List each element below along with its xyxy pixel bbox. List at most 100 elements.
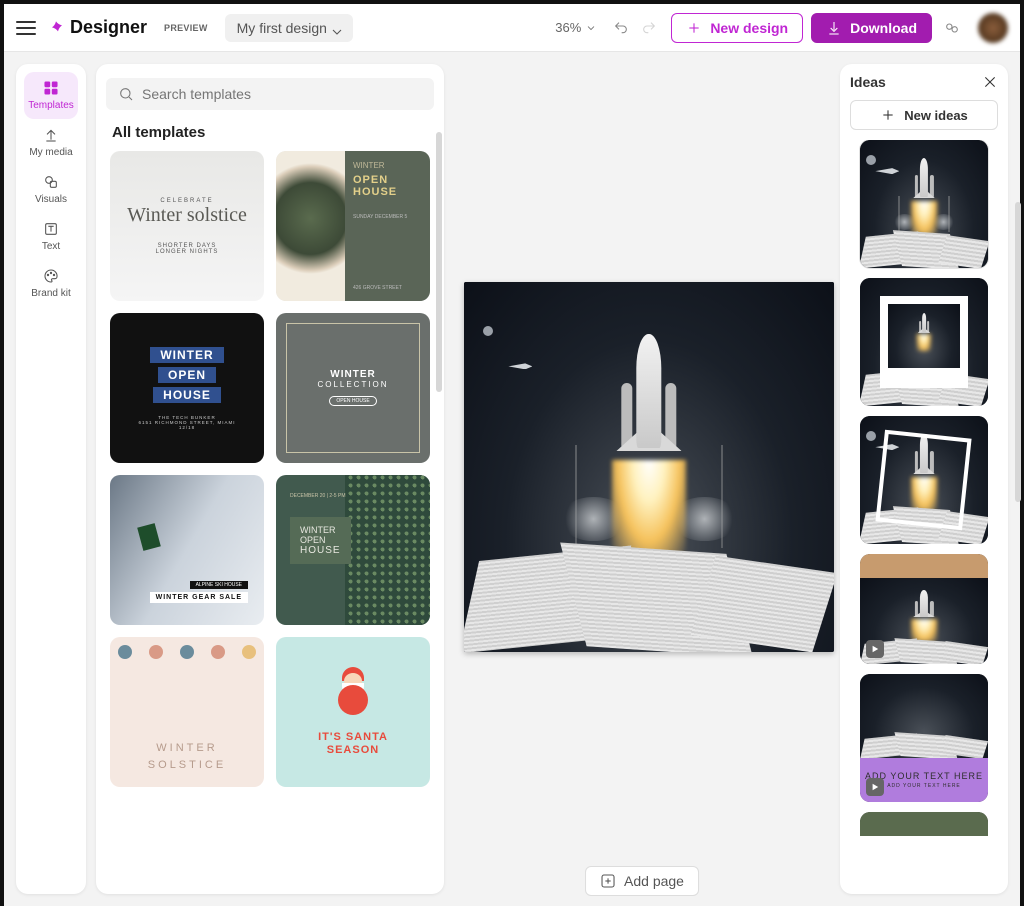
idea-caption-subtext: ADD YOUR TEXT HERE — [887, 783, 961, 789]
moon-shape — [483, 326, 493, 336]
undo-icon — [613, 20, 629, 36]
copilot-button[interactable] — [938, 14, 966, 42]
new-design-label: New design — [710, 20, 788, 36]
template-search[interactable] — [106, 78, 434, 110]
redo-button[interactable] — [635, 14, 663, 42]
template-winter-open-house-black[interactable]: WINTER OPEN HOUSE THE TECH BUNKER6151 RI… — [110, 313, 264, 463]
template-text: 12/18 — [179, 425, 195, 430]
template-winter-collection[interactable]: WINTER COLLECTION OPEN HOUSE — [276, 313, 430, 463]
template-text: WINTER — [353, 161, 422, 170]
newspapers — [464, 519, 834, 652]
search-icon — [118, 86, 134, 102]
template-text: LONGER NIGHTS — [156, 249, 219, 255]
santa-illustration — [330, 667, 376, 719]
rail-visuals[interactable]: Visuals — [24, 166, 78, 213]
design-canvas[interactable] — [464, 282, 834, 652]
template-winter-open-house-green[interactable]: WINTER OPEN HOUSE SUNDAY DECEMBER 5 426 … — [276, 151, 430, 301]
template-text: DECEMBER 20 | 2-5 PM — [290, 493, 345, 499]
template-text: COLLECTION — [317, 380, 388, 389]
ideas-scrollbar[interactable] — [1015, 202, 1021, 502]
idea-card-polaroid[interactable] — [860, 278, 988, 406]
template-winter-solstice-pink[interactable]: WINTERSOLSTICE — [110, 637, 264, 787]
space-shuttle — [608, 334, 689, 497]
idea-card-polaroid-tilt[interactable] — [860, 416, 988, 544]
plus-icon — [686, 20, 702, 36]
topbar: Designer PREVIEW My first design 36% New… — [4, 4, 1020, 52]
document-name-label: My first design — [237, 20, 327, 36]
play-badge-icon — [866, 778, 884, 796]
canvas-area[interactable]: Add page — [444, 52, 840, 906]
rail-brand-kit-label: Brand kit — [31, 288, 70, 299]
visuals-icon — [43, 174, 59, 190]
chevron-down-icon — [329, 24, 345, 40]
template-text: WINTER — [300, 525, 341, 535]
template-text: Winter solstice — [127, 204, 247, 227]
play-badge-icon — [866, 640, 884, 658]
rail-my-media[interactable]: My media — [24, 119, 78, 166]
left-rail: Templates My media Visuals Text Brand ki… — [16, 64, 86, 894]
ideas-list: ADD YOUR TEXT HERE ADD YOUR TEXT HERE — [850, 140, 998, 836]
template-winter-solstice[interactable]: CELEBRATE Winter solstice SHORTER DAYSLO… — [110, 151, 264, 301]
template-santa-season[interactable]: IT'S SANTASEASON — [276, 637, 430, 787]
template-text: OPEN — [158, 367, 216, 383]
app-logo[interactable]: Designer PREVIEW — [48, 17, 215, 38]
rail-visuals-label: Visuals — [35, 194, 67, 205]
templates-grid: CELEBRATE Winter solstice SHORTER DAYSLO… — [106, 151, 434, 880]
template-text: OPEN — [300, 535, 341, 545]
idea-card-banded[interactable] — [860, 554, 988, 664]
download-icon — [826, 20, 842, 36]
template-winter-open-house-pine[interactable]: DECEMBER 20 | 2-5 PM WINTER OPEN HOUSE — [276, 475, 430, 625]
idea-card-purple-caption[interactable]: ADD YOUR TEXT HERE ADD YOUR TEXT HERE — [860, 674, 988, 802]
new-design-button[interactable]: New design — [671, 13, 803, 43]
zoom-dropdown[interactable]: 36% — [555, 20, 597, 35]
download-button[interactable]: Download — [811, 13, 932, 43]
close-icon[interactable] — [982, 74, 998, 90]
palette-icon — [43, 268, 59, 284]
upload-icon — [43, 127, 59, 143]
app-name: Designer — [70, 17, 147, 38]
templates-heading: All templates — [112, 124, 428, 141]
hamburger-menu[interactable] — [16, 21, 36, 35]
text-icon — [43, 221, 59, 237]
rail-brand-kit[interactable]: Brand kit — [24, 260, 78, 307]
ideas-title: Ideas — [850, 74, 886, 90]
templates-scrollbar[interactable] — [436, 132, 442, 392]
template-text: SUNDAY DECEMBER 5 — [353, 214, 422, 220]
plus-icon — [880, 107, 896, 123]
add-page-label: Add page — [624, 873, 684, 889]
designer-logo-icon — [48, 20, 64, 36]
template-text: WINTER GEAR SALE — [150, 592, 248, 603]
preview-badge: PREVIEW — [157, 20, 215, 36]
document-name-dropdown[interactable]: My first design — [225, 14, 353, 42]
ideas-panel: Ideas New ideas — [840, 64, 1008, 894]
template-text: HOUSE — [153, 387, 221, 403]
zoom-label: 36% — [555, 20, 581, 35]
redo-icon — [641, 20, 657, 36]
new-ideas-label: New ideas — [904, 108, 968, 123]
template-text: SOLSTICE — [148, 759, 226, 771]
template-text: OPEN HOUSE — [329, 396, 376, 406]
airplane-shape — [508, 363, 532, 369]
download-label: Download — [850, 20, 917, 36]
idea-card-plain[interactable] — [860, 140, 988, 268]
new-ideas-button[interactable]: New ideas — [850, 100, 998, 130]
template-text: WINTER — [150, 347, 223, 363]
plus-square-icon — [600, 873, 616, 889]
template-text: OPEN HOUSE — [353, 174, 422, 198]
chevron-down-icon — [585, 22, 597, 34]
template-winter-gear-sale[interactable]: ALPINE SKI HOUSE WINTER GEAR SALE — [110, 475, 264, 625]
idea-top-band — [860, 554, 988, 578]
rail-text-label: Text — [42, 241, 60, 252]
rail-templates[interactable]: Templates — [24, 72, 78, 119]
template-search-input[interactable] — [142, 86, 422, 102]
template-text: ALPINE SKI HOUSE — [190, 581, 248, 589]
templates-icon — [43, 80, 59, 96]
template-text: WINTER — [317, 369, 388, 380]
idea-card-green[interactable] — [860, 812, 988, 836]
undo-button[interactable] — [607, 14, 635, 42]
add-page-button[interactable]: Add page — [585, 866, 699, 896]
template-text: IT'S SANTA — [318, 731, 388, 743]
rail-my-media-label: My media — [29, 147, 72, 158]
user-avatar[interactable] — [978, 13, 1008, 43]
rail-text[interactable]: Text — [24, 213, 78, 260]
